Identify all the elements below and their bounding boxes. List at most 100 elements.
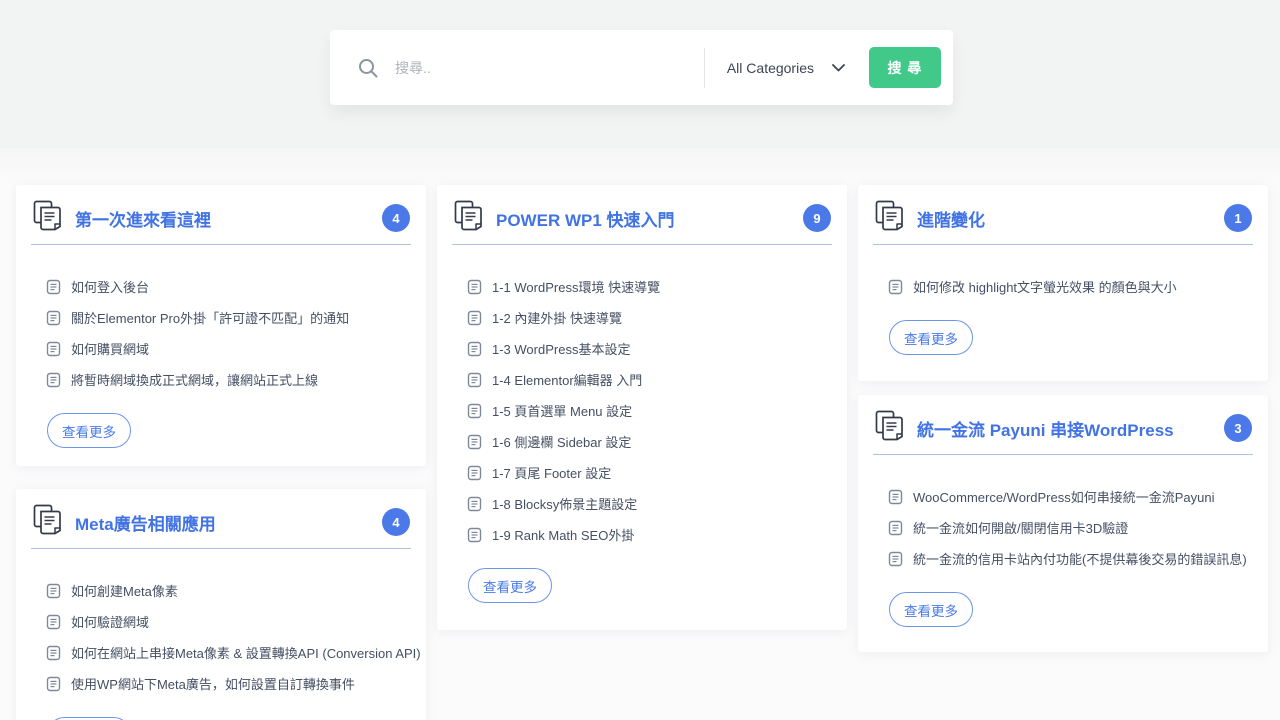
- document-icon: [467, 403, 482, 419]
- article-link-label: 關於Elementor Pro外掛「許可證不匹配」的通知: [71, 308, 349, 327]
- article-link-label: 1-7 頁尾 Footer 設定: [492, 463, 611, 482]
- view-more-button[interactable]: 查看更多: [468, 568, 552, 603]
- document-icon: [46, 645, 61, 661]
- article-count-badge: 9: [803, 204, 831, 232]
- category-card-advanced: 進階變化 1 如何修改 highlight文字螢光效果 的顏色與大小 查看更多: [858, 185, 1268, 381]
- article-link[interactable]: 1-7 頁尾 Footer 設定: [467, 457, 833, 488]
- category-card-payuni: 統一金流 Payuni 串接WordPress 3 WooCommerce/Wo…: [858, 395, 1268, 652]
- article-link-label: 如何購買網域: [71, 339, 149, 358]
- card-header: POWER WP1 快速入門 9: [437, 185, 847, 234]
- search-submit-button[interactable]: 搜 尋: [869, 47, 941, 88]
- card-divider: [873, 454, 1253, 455]
- document-icon: [46, 310, 61, 326]
- article-link-label: 1-3 WordPress基本設定: [492, 339, 630, 358]
- chevron-down-icon: [832, 59, 845, 77]
- article-list: 1-1 WordPress環境 快速導覽 1-2 內建外掛 快速導覽 1-3 W…: [437, 271, 847, 550]
- article-link[interactable]: 如何登入後台: [46, 271, 412, 302]
- category-title-link[interactable]: POWER WP1 快速入門: [496, 206, 675, 231]
- category-dropdown[interactable]: All Categories: [705, 30, 869, 105]
- article-link-label: 如何登入後台: [71, 277, 149, 296]
- article-link-label: 如何驗證網域: [71, 612, 149, 631]
- article-link-label: 如何在網站上串接Meta像素 & 設置轉換API (Conversion API…: [71, 643, 421, 662]
- card-header: 統一金流 Payuni 串接WordPress 3: [858, 395, 1268, 444]
- article-list: 如何創建Meta像素 如何驗證網域 如何在網站上串接Meta像素 & 設置轉換A…: [16, 575, 426, 699]
- category-title-link[interactable]: 統一金流 Payuni 串接WordPress: [917, 416, 1174, 441]
- card-header: Meta廣告相關應用 4: [16, 489, 426, 538]
- documents-icon: [875, 200, 904, 236]
- category-card-meta-ads: Meta廣告相關應用 4 如何創建Meta像素 如何驗證網域: [16, 489, 426, 720]
- article-link-label: 如何創建Meta像素: [71, 581, 178, 600]
- document-icon: [467, 527, 482, 543]
- article-link-label: 1-9 Rank Math SEO外掛: [492, 525, 634, 544]
- article-count-badge: 3: [1224, 414, 1252, 442]
- article-link[interactable]: 統一金流的信用卡站內付功能(不提供幕後交易的錯誤訊息): [888, 543, 1254, 574]
- header-background-fade: [0, 148, 1280, 186]
- card-header: 第一次進來看這裡 4: [16, 185, 426, 234]
- article-link[interactable]: 如何修改 highlight文字螢光效果 的顏色與大小: [888, 271, 1254, 302]
- document-icon: [46, 583, 61, 599]
- document-icon: [46, 279, 61, 295]
- document-icon: [467, 496, 482, 512]
- article-link[interactable]: 1-6 側邊欄 Sidebar 設定: [467, 426, 833, 457]
- article-link[interactable]: 統一金流如何開啟/關閉信用卡3D驗證: [888, 512, 1254, 543]
- article-list: WooCommerce/WordPress如何串接統一金流Payuni 統一金流…: [858, 481, 1268, 574]
- document-icon: [46, 676, 61, 692]
- article-link[interactable]: 關於Elementor Pro外掛「許可證不匹配」的通知: [46, 302, 412, 333]
- article-link-label: WooCommerce/WordPress如何串接統一金流Payuni: [913, 487, 1214, 506]
- document-icon: [467, 310, 482, 326]
- article-link-label: 如何修改 highlight文字螢光效果 的顏色與大小: [913, 277, 1177, 296]
- view-more-button[interactable]: 查看更多: [47, 413, 131, 448]
- category-card-power-wp1: POWER WP1 快速入門 9 1-1 WordPress環境 快速導覽 1-…: [437, 185, 847, 630]
- article-link[interactable]: WooCommerce/WordPress如何串接統一金流Payuni: [888, 481, 1254, 512]
- view-more-button[interactable]: 查看更多: [889, 320, 973, 355]
- document-icon: [888, 520, 903, 536]
- search-bar: All Categories 搜 尋: [330, 30, 953, 105]
- document-icon: [888, 551, 903, 567]
- article-count-badge: 4: [382, 508, 410, 536]
- article-link-label: 1-2 內建外掛 快速導覽: [492, 308, 622, 327]
- search-icon: [357, 57, 379, 79]
- article-link-label: 使用WP網站下Meta廣告，如何設置自訂轉換事件: [71, 674, 355, 693]
- article-link-label: 1-4 Elementor編輯器 入門: [492, 370, 642, 389]
- article-link-label: 1-5 頁首選單 Menu 設定: [492, 401, 632, 420]
- article-link[interactable]: 1-1 WordPress環境 快速導覽: [467, 271, 833, 302]
- article-link[interactable]: 1-4 Elementor編輯器 入門: [467, 364, 833, 395]
- article-count-badge: 4: [382, 204, 410, 232]
- documents-icon: [454, 200, 483, 236]
- document-icon: [888, 489, 903, 505]
- document-icon: [46, 341, 61, 357]
- search-input[interactable]: [395, 48, 704, 88]
- article-link[interactable]: 如何購買網域: [46, 333, 412, 364]
- document-icon: [467, 279, 482, 295]
- category-title-link[interactable]: 進階變化: [917, 206, 985, 231]
- article-link[interactable]: 1-9 Rank Math SEO外掛: [467, 519, 833, 550]
- document-icon: [467, 465, 482, 481]
- card-divider: [31, 244, 411, 245]
- view-more-button[interactable]: 查看更多: [889, 592, 973, 627]
- category-title-link[interactable]: 第一次進來看這裡: [75, 206, 211, 231]
- document-icon: [888, 279, 903, 295]
- article-link-label: 1-1 WordPress環境 快速導覽: [492, 277, 660, 296]
- card-divider: [31, 548, 411, 549]
- article-link-label: 將暫時網域換成正式網域，讓網站正式上線: [71, 370, 318, 389]
- article-link[interactable]: 1-3 WordPress基本設定: [467, 333, 833, 364]
- article-link[interactable]: 如何驗證網域: [46, 606, 412, 637]
- document-icon: [467, 434, 482, 450]
- article-link[interactable]: 使用WP網站下Meta廣告，如何設置自訂轉換事件: [46, 668, 412, 699]
- article-link[interactable]: 1-5 頁首選單 Menu 設定: [467, 395, 833, 426]
- article-link[interactable]: 將暫時網域換成正式網域，讓網站正式上線: [46, 364, 412, 395]
- article-link[interactable]: 如何創建Meta像素: [46, 575, 412, 606]
- documents-icon: [33, 200, 62, 236]
- article-list: 如何登入後台 關於Elementor Pro外掛「許可證不匹配」的通知 如何購買…: [16, 271, 426, 395]
- article-link-label: 1-6 側邊欄 Sidebar 設定: [492, 432, 631, 451]
- article-link[interactable]: 1-2 內建外掛 快速導覽: [467, 302, 833, 333]
- article-list: 如何修改 highlight文字螢光效果 的顏色與大小: [858, 271, 1268, 302]
- card-divider: [873, 244, 1253, 245]
- article-count-badge: 1: [1224, 204, 1252, 232]
- article-link[interactable]: 如何在網站上串接Meta像素 & 設置轉換API (Conversion API…: [46, 637, 412, 668]
- article-link-label: 統一金流的信用卡站內付功能(不提供幕後交易的錯誤訊息): [913, 549, 1247, 568]
- category-title-link[interactable]: Meta廣告相關應用: [75, 510, 216, 535]
- documents-icon: [33, 504, 62, 540]
- category-dropdown-label: All Categories: [727, 60, 814, 76]
- article-link[interactable]: 1-8 Blocksy佈景主題設定: [467, 488, 833, 519]
